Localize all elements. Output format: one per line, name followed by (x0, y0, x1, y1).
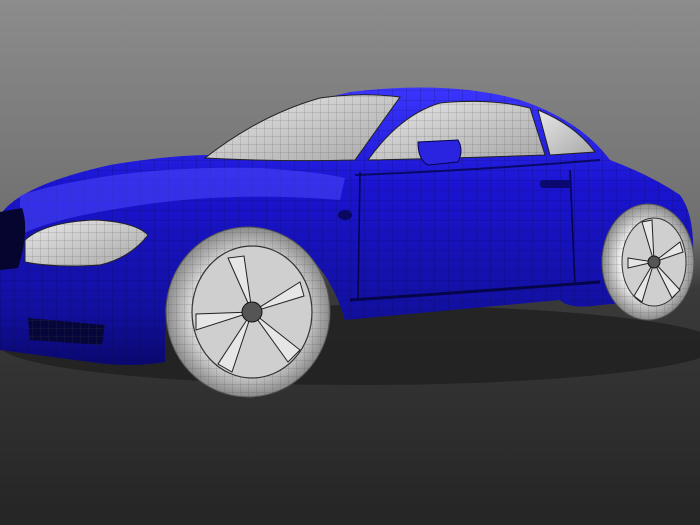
side-mirror (417, 139, 462, 166)
side-marker (338, 210, 352, 220)
rear-wheel (601, 203, 695, 321)
front-wheel (165, 226, 331, 398)
render-viewport (0, 0, 700, 525)
door-handle (540, 180, 572, 188)
car-render-svg (0, 0, 700, 525)
